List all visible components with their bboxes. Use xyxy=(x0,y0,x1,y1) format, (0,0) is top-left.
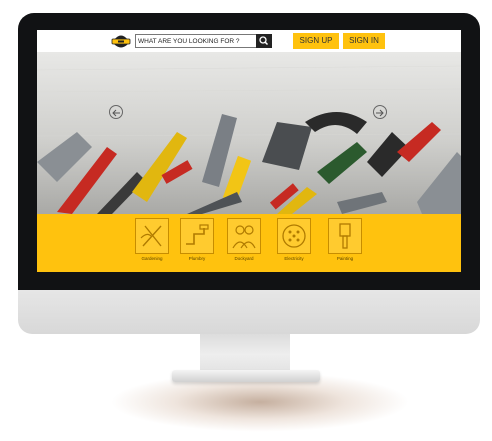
carousel-prev-button[interactable] xyxy=(109,105,123,119)
category-bar: Gardening Plumbry Dockyard Electricity P… xyxy=(37,214,461,272)
arrow-left-icon xyxy=(112,109,120,117)
category-tile xyxy=(277,218,311,254)
category-label: Electricity xyxy=(284,256,304,261)
dockyard-icon xyxy=(232,225,256,249)
website-screen: SIGN UP SIGN IN xyxy=(37,30,461,272)
category-label: Plumbry xyxy=(188,256,206,261)
category-label: Painting xyxy=(336,256,354,261)
hero-tools-image xyxy=(37,65,461,214)
sign-up-button[interactable]: SIGN UP xyxy=(293,33,339,49)
desktop-scene: SIGN UP SIGN IN xyxy=(0,0,492,441)
category-tile xyxy=(227,218,261,254)
category-dockyard[interactable]: Dockyard xyxy=(227,218,261,268)
hero-banner xyxy=(37,52,461,214)
sign-in-button[interactable]: SIGN IN xyxy=(343,33,385,49)
brand-logo-icon[interactable] xyxy=(111,32,131,50)
category-electricity[interactable]: Electricity xyxy=(277,218,311,268)
category-plumbry[interactable]: Plumbry xyxy=(180,218,214,268)
category-painting[interactable]: Painting xyxy=(328,218,362,268)
carousel-next-button[interactable] xyxy=(373,105,387,119)
arrow-right-icon xyxy=(376,109,384,117)
monitor-chin xyxy=(18,290,480,334)
category-tile xyxy=(180,218,214,254)
category-tile xyxy=(328,218,362,254)
search-button[interactable] xyxy=(256,34,272,48)
category-tile xyxy=(135,218,169,254)
category-gardening[interactable]: Gardening xyxy=(135,218,169,268)
category-label: Gardening xyxy=(141,256,163,261)
category-label: Dockyard xyxy=(234,256,254,261)
site-header: SIGN UP SIGN IN xyxy=(37,30,461,52)
painting-icon xyxy=(339,223,351,249)
search-box xyxy=(135,34,272,48)
gardening-icon xyxy=(140,225,162,247)
electricity-icon xyxy=(282,224,306,248)
search-input[interactable] xyxy=(138,36,252,47)
search-icon xyxy=(259,36,269,46)
monitor-stand-base xyxy=(172,370,320,382)
plumbing-icon xyxy=(186,224,209,245)
